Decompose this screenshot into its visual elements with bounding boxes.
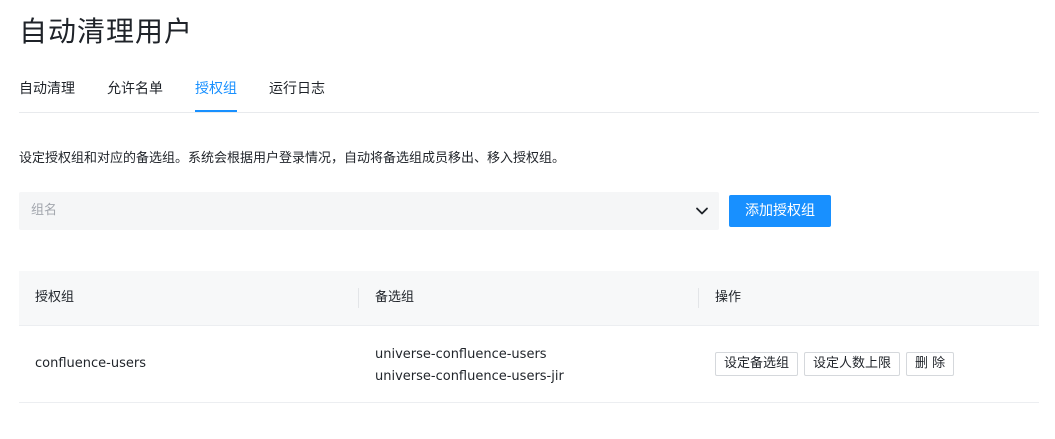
group-name-select[interactable]: 组名 [19,192,719,230]
tab-bar: 自动清理 允许名单 授权组 运行日志 [19,72,1039,113]
column-divider [698,288,699,308]
header-actions: 操作 [715,290,742,305]
column-divider [358,288,359,308]
tab-auto-cleanup[interactable]: 自动清理 [19,72,75,111]
backup-group-item: universe-confluence-users-jir [375,369,564,384]
cell-actions: 设定备选组 设定人数上限 删 除 [715,352,955,376]
cell-authorized-group: confluence-users [35,356,146,371]
tab-allowlist[interactable]: 允许名单 [107,72,163,111]
tab-authorized-groups[interactable]: 授权组 [195,72,237,112]
set-backup-group-button[interactable]: 设定备选组 [715,352,799,376]
tab-run-log[interactable]: 运行日志 [269,72,325,111]
page-title: 自动清理用户 [19,15,194,48]
set-user-limit-button[interactable]: 设定人数上限 [804,352,901,376]
delete-button[interactable]: 删 除 [906,352,955,376]
chevron-down-icon [696,207,708,215]
header-backup-group: 备选组 [375,290,415,305]
header-authorized-group: 授权组 [35,290,75,305]
authorized-groups-table: 授权组 备选组 操作 confluence-users universe-con… [19,271,1039,403]
table-header: 授权组 备选组 操作 [19,271,1039,326]
group-name-placeholder: 组名 [31,203,58,218]
description-text: 设定授权组和对应的备选组。系统会根据用户登录情况，自动将备选组成员移出、移入授权… [19,151,566,166]
cell-backup-groups: universe-confluence-users universe-confl… [375,344,564,388]
backup-group-item: universe-confluence-users [375,347,547,362]
add-authorized-group-button[interactable]: 添加授权组 [729,195,831,227]
table-row: confluence-users universe-confluence-use… [19,326,1039,403]
